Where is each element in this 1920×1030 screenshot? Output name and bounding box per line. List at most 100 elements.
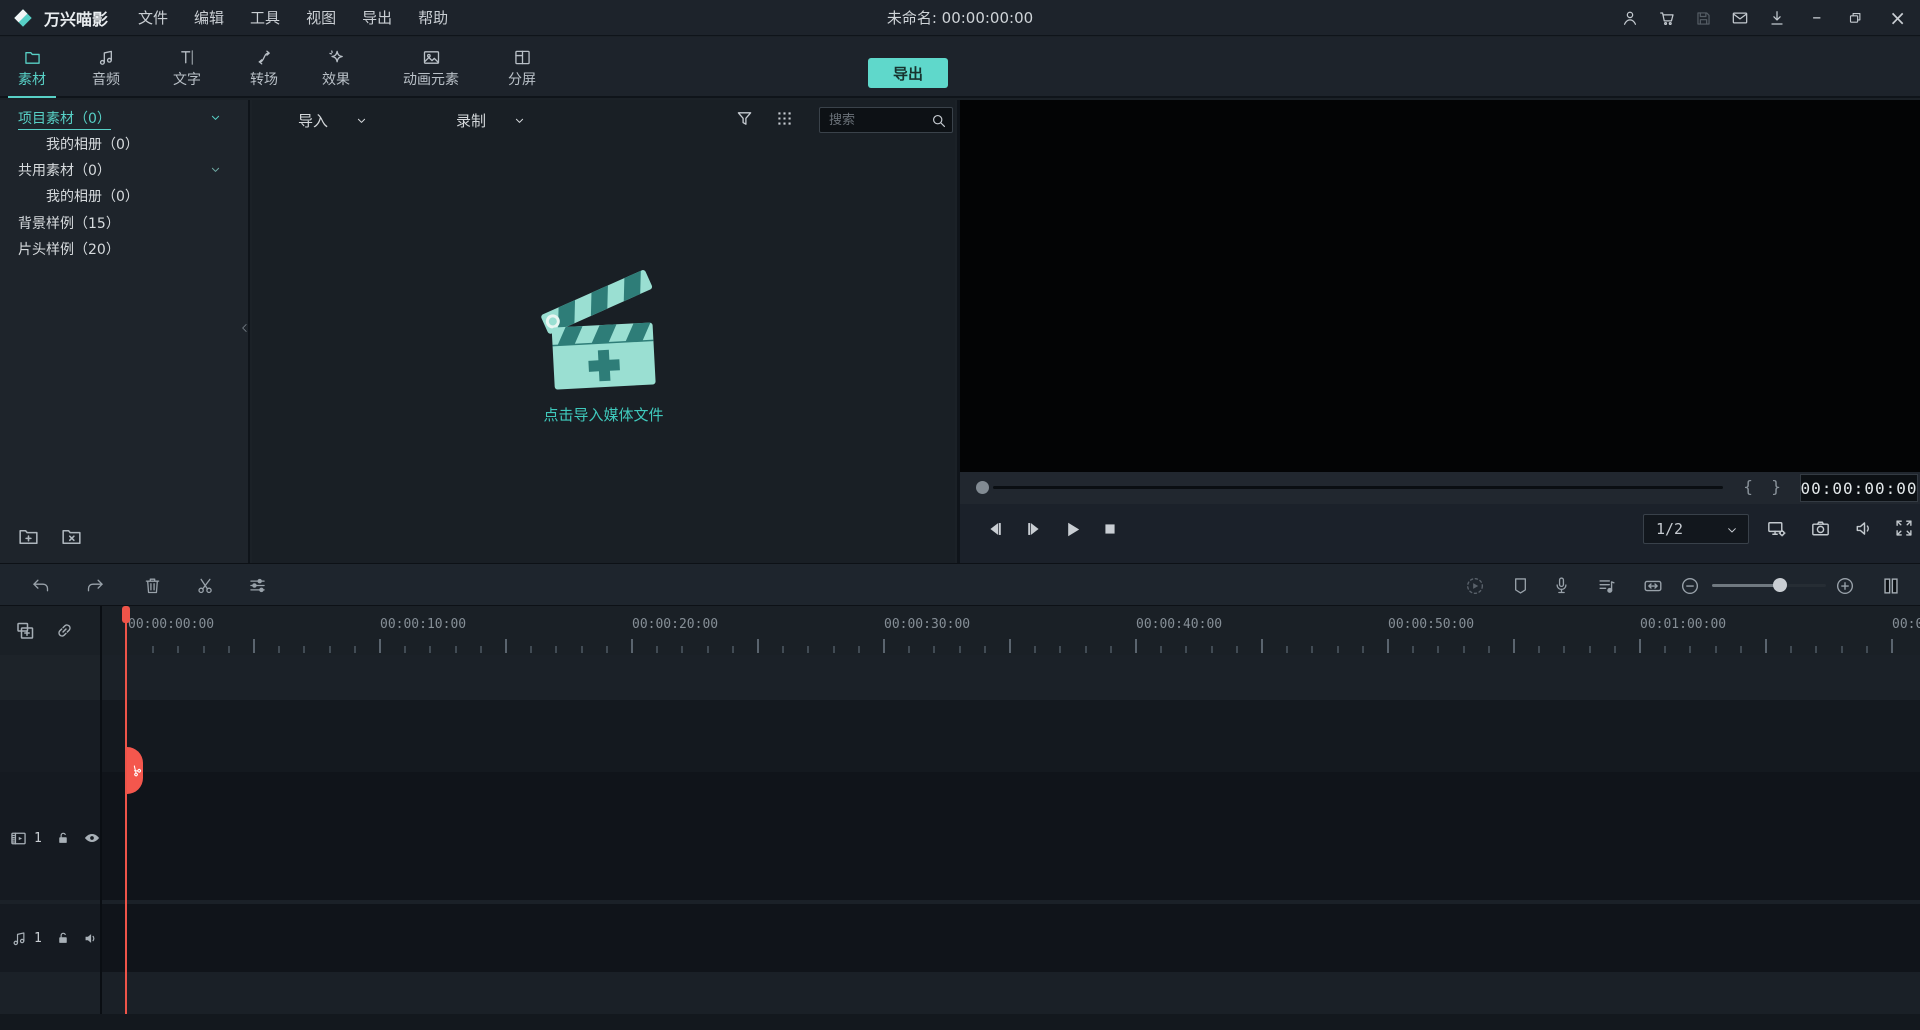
delete-folder-icon[interactable] [59,524,84,549]
track-volume-icon[interactable] [82,929,101,948]
redo-icon[interactable] [85,575,106,596]
mark-in-button[interactable]: { [1743,477,1753,496]
sidebar-item-my-album-1[interactable]: 我的相册（0） [46,134,139,154]
playhead-head[interactable] [122,606,130,623]
chevron-down-icon[interactable] [208,162,223,177]
video-track-lane[interactable] [0,772,1920,900]
mail-icon[interactable] [1730,8,1750,28]
tab-elements[interactable]: 动画元素 [388,37,474,96]
playhead-line[interactable] [125,606,127,1014]
ruler-label: 00:00:10:00 [380,617,466,632]
sidebar-item-background-samples[interactable]: 背景样例（15） [18,213,120,233]
render-preview-icon[interactable] [1464,575,1486,597]
tab-elements-label: 动画元素 [403,73,459,87]
tab-splitscreen[interactable]: 分屏 [492,37,552,96]
tab-transitions[interactable]: 转场 [234,37,294,96]
filmora-app: 万兴喵影 文件 编辑 工具 视图 导出 帮助 未命名: 00:00:00:00 … [0,0,1920,1030]
filter-icon[interactable] [734,108,755,129]
eye-icon[interactable] [82,828,102,848]
seek-bar[interactable] [993,486,1723,489]
link-icon[interactable] [53,619,76,642]
add-track-icon[interactable] [13,619,37,643]
zoom-out-icon[interactable] [1679,575,1701,597]
tab-text[interactable]: 文字 [157,37,217,96]
restore-icon[interactable] [1846,9,1864,27]
volume-icon[interactable] [1853,517,1876,540]
playback-controls: 1/2 [960,504,1920,563]
play-icon[interactable] [1061,518,1084,541]
seek-handle[interactable] [976,481,989,494]
preview-video-area[interactable] [960,100,1920,472]
panel-layout-icon[interactable] [1880,575,1902,597]
record-voiceover-icon[interactable] [1551,575,1572,596]
slider-handle[interactable] [1773,578,1787,592]
fullscreen-icon[interactable] [1893,517,1915,539]
timeline-ruler[interactable]: 00:00:00:00 00:00:10:00 00:00:20:00 00:0… [102,606,1920,655]
menu-help[interactable]: 帮助 [418,7,448,28]
lock-icon[interactable] [54,829,72,847]
menu-export[interactable]: 导出 [362,7,392,28]
preview-scale-dropdown[interactable]: 1/2 [1643,514,1749,544]
step-back-icon[interactable] [984,518,1006,540]
snapshot-icon[interactable] [1809,517,1832,540]
tab-media[interactable]: 素材 [2,37,62,96]
timeline-hscrollbar[interactable] [0,1014,1920,1030]
split-tab-icon [512,47,533,68]
timeline-area: 00:00:00:00 00:00:10:00 00:00:20:00 00:0… [0,606,1920,1030]
tab-audio[interactable]: 音频 [76,37,136,96]
cart-icon[interactable] [1657,8,1677,28]
sidebar-item-shared-media[interactable]: 共用素材（0） [18,160,111,180]
menu-view[interactable]: 视图 [306,7,336,28]
save-icon[interactable] [1694,9,1713,28]
menu-edit[interactable]: 编辑 [194,7,224,28]
marker-icon[interactable] [1510,575,1531,596]
zoom-in-icon[interactable] [1834,575,1856,597]
media-panel: 导入 录制 [252,100,955,563]
display-settings-icon[interactable] [1765,517,1788,540]
chevron-down-icon [1724,522,1740,538]
lock-icon[interactable] [54,929,72,947]
mark-out-button[interactable]: } [1771,477,1781,496]
split-clip-icon[interactable] [195,575,216,596]
record-dropdown[interactable]: 录制 [456,106,527,134]
overlay-track-lane[interactable] [0,700,1920,772]
collapse-sidebar-icon[interactable] [238,318,252,338]
menu-tools[interactable]: 工具 [250,7,280,28]
import-dropdown[interactable]: 导入 [298,106,369,134]
download-icon[interactable] [1767,8,1787,28]
sidebar-item-intro-samples[interactable]: 片头样例（20） [18,239,120,259]
audio-track-lane[interactable] [0,904,1920,972]
audio-mixer-icon[interactable] [1596,575,1618,597]
ruler-label: 00:00:30:00 [884,617,970,632]
menu-file[interactable]: 文件 [138,7,168,28]
adjust-icon[interactable] [247,575,268,596]
record-label: 录制 [456,110,486,131]
import-media-dropzone[interactable]: 点击导入媒体文件 [529,268,679,425]
current-timecode: 00:00:00:00 [1800,474,1918,502]
chevron-down-icon[interactable] [208,110,223,125]
search-input[interactable] [820,108,928,132]
ruler-label: 00:00:40:00 [1136,617,1222,632]
chevron-down-icon [512,113,527,128]
sidebar-folder-actions [16,524,84,549]
sidebar-item-project-media[interactable]: 项目素材（0） [18,108,111,128]
step-forward-icon[interactable] [1023,518,1045,540]
minimize-button[interactable]: – [1812,9,1821,27]
tab-effects[interactable]: 效果 [306,37,366,96]
elements-tab-icon [421,47,442,68]
delete-icon[interactable] [142,575,163,596]
stop-icon[interactable] [1099,518,1121,540]
preview-scale-value: 1/2 [1656,520,1683,538]
close-button[interactable]: × [1889,9,1906,27]
sidebar-item-my-album-2[interactable]: 我的相册（0） [46,186,139,206]
export-button[interactable]: 导出 [868,58,948,88]
timeline-zoom-slider[interactable] [1712,584,1826,587]
search-box [819,107,953,133]
grid-view-icon[interactable] [774,108,795,129]
undo-icon[interactable] [30,575,51,596]
main-content: 项目素材（0） 我的相册（0） 共用素材（0） 我的相册（0） 背景样例（15）… [0,100,1920,563]
search-icon[interactable] [929,111,948,130]
account-icon[interactable] [1620,8,1640,28]
new-folder-icon[interactable] [16,524,41,549]
fit-timeline-icon[interactable] [1642,575,1664,597]
